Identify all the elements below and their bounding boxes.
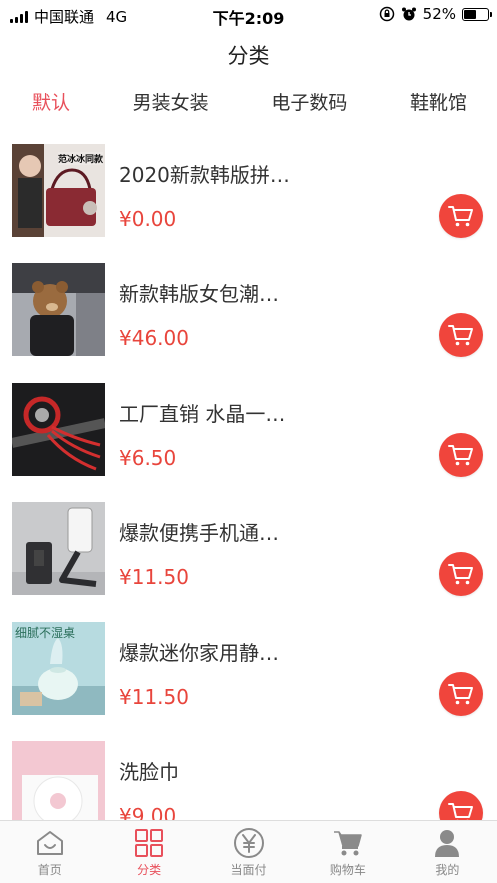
cart-icon bbox=[448, 444, 473, 466]
product-price: ¥11.50 bbox=[119, 565, 189, 590]
product-name[interactable]: 洗脸巾 bbox=[119, 756, 179, 785]
tab-default[interactable]: 默认 bbox=[32, 88, 70, 128]
bottom-nav-label: 购物车 bbox=[329, 863, 366, 877]
product-name[interactable]: 新款韩版女包潮… bbox=[119, 278, 279, 307]
bottom-nav-label: 我的 bbox=[435, 863, 460, 877]
product-image-humidifier[interactable]: 细腻不湿桌 bbox=[12, 621, 105, 715]
product-item[interactable]: 细腻不湿桌 爆款迷你家用静… ¥11.50 bbox=[0, 616, 497, 735]
cart-icon bbox=[448, 325, 473, 346]
tab-shoes[interactable]: 鞋靴馆 bbox=[410, 88, 467, 128]
add-to-cart-button[interactable] bbox=[439, 552, 483, 597]
add-to-cart-button[interactable] bbox=[439, 313, 483, 358]
product-item[interactable]: 爆款便携手机通… ¥11.50 bbox=[0, 496, 497, 615]
product-item[interactable]: 范冰冰同款 2020新款韩版拼… ¥0.00 bbox=[0, 138, 497, 257]
bottom-nav-category[interactable]: 分类 bbox=[99, 821, 198, 883]
product-item[interactable]: 工厂直销 水晶一… ¥6.50 bbox=[0, 377, 497, 496]
product-name[interactable]: 2020新款韩版拼… bbox=[119, 159, 290, 188]
product-image-bear-backpack[interactable] bbox=[12, 263, 105, 357]
home-icon bbox=[36, 831, 63, 855]
tab-mens-womens-clothing[interactable]: 男装女装 bbox=[133, 88, 209, 128]
alarm-icon bbox=[401, 7, 416, 21]
bottom-nav-home[interactable]: 首页 bbox=[0, 821, 99, 883]
bottom-nav-me[interactable]: 我的 bbox=[398, 821, 497, 883]
product-price: ¥6.50 bbox=[119, 445, 177, 470]
category-tabs: 默认 男装女装 电子数码 鞋靴馆 bbox=[0, 88, 497, 128]
status-right: 52% bbox=[379, 5, 492, 23]
product-price: ¥46.00 bbox=[119, 326, 189, 351]
tab-electronics[interactable]: 电子数码 bbox=[271, 88, 347, 128]
cart-icon bbox=[448, 206, 473, 227]
add-to-cart-button[interactable] bbox=[439, 671, 483, 716]
yuan-icon bbox=[233, 828, 264, 858]
product-price: ¥0.00 bbox=[119, 207, 177, 231]
page-title: 分类 bbox=[227, 44, 270, 68]
cart-icon bbox=[448, 683, 473, 704]
bottom-nav-label: 首页 bbox=[37, 863, 62, 877]
cart-icon bbox=[448, 564, 473, 585]
battery-percent: 52% bbox=[422, 5, 456, 23]
product-image-badge: 范冰冰同款 bbox=[58, 152, 104, 165]
product-image-phone-stand[interactable] bbox=[12, 502, 105, 596]
product-name[interactable]: 工厂直销 水晶一… bbox=[119, 398, 285, 427]
add-to-cart-button[interactable] bbox=[439, 194, 483, 238]
cart-icon bbox=[333, 831, 362, 856]
product-image-badge: 细腻不湿桌 bbox=[15, 625, 76, 640]
product-name[interactable]: 爆款便携手机通… bbox=[119, 517, 279, 546]
orientation-lock-icon bbox=[379, 6, 394, 22]
product-image-handbag[interactable]: 范冰冰同款 bbox=[12, 144, 105, 237]
product-item[interactable]: 新款韩版女包潮… ¥46.00 bbox=[0, 257, 497, 376]
user-icon bbox=[435, 830, 460, 857]
add-to-cart-button[interactable] bbox=[439, 432, 483, 477]
product-image-charging-cable[interactable] bbox=[12, 382, 105, 476]
bottom-nav-pay-in-person[interactable]: 当面付 bbox=[199, 821, 298, 883]
product-name[interactable]: 爆款迷你家用静… bbox=[119, 637, 279, 666]
bottom-tab-bar: 首页 分类 当面付 购物车 我的 bbox=[0, 820, 497, 883]
battery-icon bbox=[462, 7, 492, 21]
bottom-nav-label: 分类 bbox=[137, 863, 162, 877]
product-price: ¥11.50 bbox=[119, 684, 189, 709]
product-list: 范冰冰同款 2020新款韩版拼… ¥0.00 新款韩版女包潮… ¥46.00 工… bbox=[0, 138, 497, 854]
bottom-nav-cart[interactable]: 购物车 bbox=[298, 821, 397, 883]
bottom-nav-label: 当面付 bbox=[230, 863, 267, 877]
grid-icon bbox=[135, 829, 164, 857]
status-bar: 中国联通 4G 下午2:09 52% bbox=[0, 0, 497, 30]
